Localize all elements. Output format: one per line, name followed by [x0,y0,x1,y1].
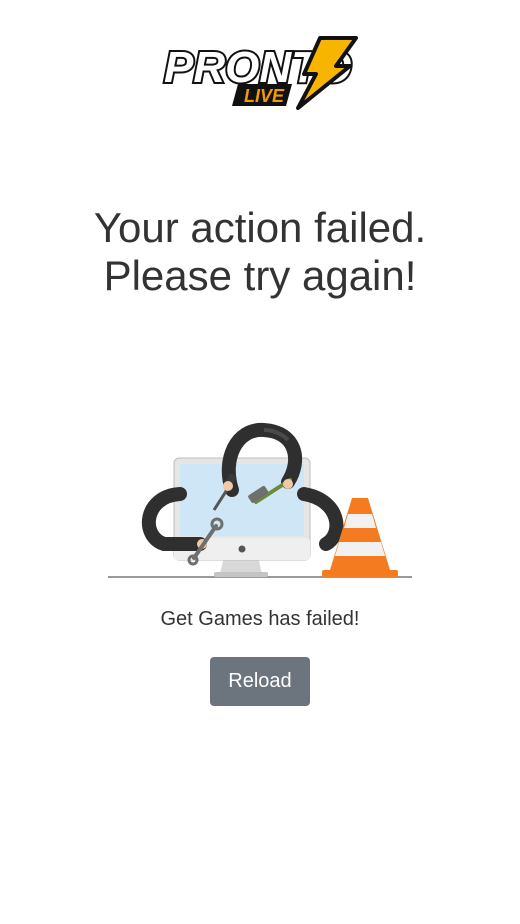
error-headline: Your action failed. Please try again! [93,204,427,299]
broken-computer-repair-illustration [104,420,416,588]
logo-sub: LIVE [244,86,285,106]
error-message: Get Games has failed! [160,608,360,630]
logo-live-badge: LIVE [232,84,292,106]
pronto-live-logo: PRONTO LIVE [160,34,360,110]
reload-button[interactable]: Reload [210,657,310,706]
error-page: PRONTO LIVE Your action failed. Please t… [0,0,520,924]
